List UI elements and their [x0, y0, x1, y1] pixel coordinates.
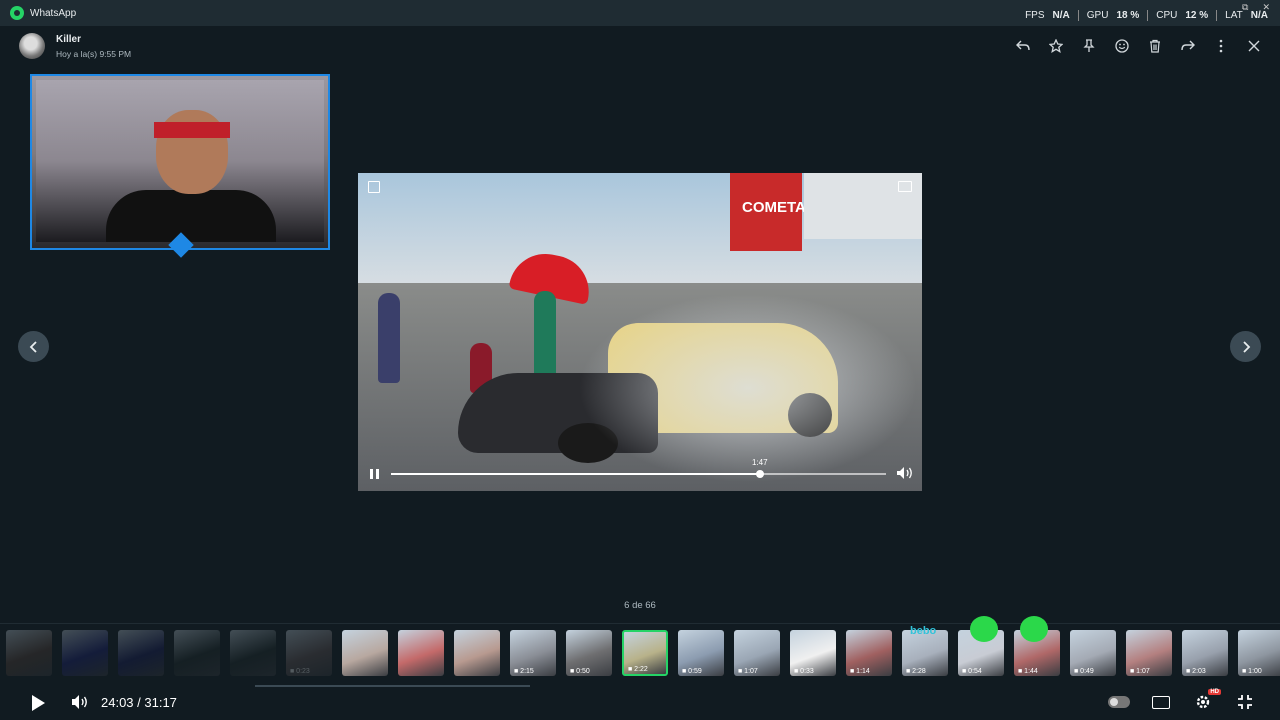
app-title: WhatsApp: [30, 7, 77, 19]
media-thumbnail[interactable]: [118, 630, 164, 676]
media-thumbnail[interactable]: ■ 1:14: [846, 630, 892, 676]
message-timestamp: Hoy a la(s) 9:55 PM: [56, 49, 132, 59]
billboard-text: COMETA: [742, 199, 806, 216]
media-thumbnail[interactable]: ■ 2:03: [1182, 630, 1228, 676]
video-player[interactable]: COMETA 1:47: [358, 173, 922, 491]
media-thumbnail[interactable]: [230, 630, 276, 676]
media-thumbnail[interactable]: ■ 2:15: [510, 630, 556, 676]
lat-label: LAT: [1225, 10, 1243, 21]
thumbnail-duration: ■ 0:49: [1074, 668, 1094, 675]
autoplay-toggle[interactable]: [1108, 694, 1130, 710]
player-controls-right: HD: [1108, 689, 1256, 710]
popout-icon[interactable]: [898, 181, 912, 192]
chevron-right-icon: [1242, 340, 1250, 353]
media-counter: 6 de 66: [624, 600, 656, 611]
streamer-headband: [154, 122, 230, 138]
divider: [1216, 10, 1218, 21]
thumbnail-duration: ■ 1:44: [1018, 668, 1038, 675]
cpu-label: CPU: [1156, 10, 1178, 21]
contact-name: Killer: [56, 34, 82, 45]
seek-handle[interactable]: [755, 470, 764, 478]
emoji-icon[interactable]: [1114, 38, 1130, 54]
thumbnail-duration: ■ 0:33: [794, 668, 814, 675]
media-thumbnail[interactable]: ■ 0:50: [566, 630, 612, 676]
thumbnail-duration: ■ 1:07: [1130, 668, 1150, 675]
divider: [1077, 10, 1079, 21]
video-progress-fill: [391, 473, 760, 475]
forward-icon[interactable]: [1180, 38, 1196, 54]
hd-badge: HD: [1208, 689, 1221, 695]
media-thumbnail[interactable]: [62, 630, 108, 676]
volume-icon[interactable]: [71, 694, 89, 714]
video-seekbar[interactable]: [391, 470, 886, 478]
exit-fullscreen-icon[interactable]: [1234, 694, 1256, 710]
media-viewer-header: Killer Hoy a la(s) 9:55 PM: [0, 26, 1280, 70]
streamer-body: [106, 190, 276, 242]
thumbnail-duration: ■ 1:14: [850, 668, 870, 675]
fps-value: N/A: [1052, 10, 1070, 21]
pause-icon[interactable]: [370, 469, 379, 479]
media-thumbnail[interactable]: ■ 0:59: [678, 630, 724, 676]
media-thumbnail[interactable]: ■ 1:07: [734, 630, 780, 676]
pin-icon[interactable]: [1081, 38, 1097, 54]
gpu-value: 18 %: [1116, 10, 1140, 21]
stream-player-bar: 24:03 / 31:17 HD: [0, 687, 1280, 720]
chevron-left-icon: [29, 340, 37, 353]
gpu-label: GPU: [1086, 10, 1109, 21]
cpu-value: 12 %: [1185, 10, 1209, 21]
volume-icon[interactable]: [896, 466, 914, 480]
close-icon[interactable]: [1246, 38, 1262, 54]
fullscreen-icon[interactable]: [368, 181, 380, 193]
sticker-text: bebo: [910, 625, 937, 637]
cc-icon: [1152, 695, 1170, 709]
media-thumbnail[interactable]: [342, 630, 388, 676]
media-thumbnail[interactable]: ■ 0:33: [790, 630, 836, 676]
more-icon[interactable]: [1213, 38, 1229, 54]
play-icon[interactable]: [32, 695, 45, 711]
media-thumbnail[interactable]: ■ 1:07: [1126, 630, 1172, 676]
media-thumbnail[interactable]: ■ 1:00: [1238, 630, 1280, 676]
divider: [1147, 10, 1149, 21]
settings-icon[interactable]: HD: [1192, 689, 1221, 710]
thumbnail-duration: ■ 0:50: [570, 668, 590, 675]
delete-icon[interactable]: [1147, 38, 1163, 54]
sticker-emoji: [1020, 616, 1048, 642]
perf-overlay: FPS N/A GPU 18 % CPU 12 % LAT N/A: [1025, 10, 1268, 21]
subtitles-icon[interactable]: [1150, 694, 1172, 710]
seek-tooltip: 1:47: [751, 458, 768, 467]
media-thumbnail[interactable]: [454, 630, 500, 676]
thumbnail-duration: ■ 2:22: [628, 666, 648, 673]
webcam-feed: [36, 80, 324, 242]
thumbnail-duration: ■ 0:54: [962, 668, 982, 675]
toggle-icon: [1108, 696, 1130, 708]
thumbnail-duration: ■ 0:59: [682, 668, 702, 675]
media-thumbnail[interactable]: [6, 630, 52, 676]
thumbnail-duration: ■ 2:03: [1186, 668, 1206, 675]
thumbnail-duration: ■ 0:23: [290, 668, 310, 675]
media-thumbnail[interactable]: ■ 0:49: [1070, 630, 1116, 676]
previous-media-button[interactable]: [18, 331, 49, 362]
thumbnail-duration: ■ 1:00: [1242, 668, 1262, 675]
next-media-button[interactable]: [1230, 331, 1261, 362]
thumbnail-duration: ■ 2:15: [514, 668, 534, 675]
tire-smoke: [578, 293, 918, 483]
star-icon[interactable]: [1048, 38, 1064, 54]
media-thumbnail[interactable]: ■ 0:23: [286, 630, 332, 676]
media-toolbar: [1015, 38, 1262, 54]
media-thumbnail[interactable]: [398, 630, 444, 676]
webcam-overlay: [30, 74, 330, 258]
thumbnail-duration: ■ 1:07: [738, 668, 758, 675]
playback-time: 24:03 / 31:17: [101, 695, 177, 710]
media-thumbnail[interactable]: [174, 630, 220, 676]
fps-label: FPS: [1025, 10, 1045, 21]
lat-value: N/A: [1250, 10, 1268, 21]
thumbnail-duration: ■ 2:28: [906, 668, 926, 675]
media-thumbnail[interactable]: ■ 2:22: [622, 630, 668, 676]
reply-icon[interactable]: [1015, 38, 1031, 54]
sticker-emoji: [970, 616, 998, 642]
whatsapp-logo-icon: [10, 6, 24, 20]
spectator: [378, 293, 400, 383]
contact-avatar[interactable]: [19, 33, 45, 59]
